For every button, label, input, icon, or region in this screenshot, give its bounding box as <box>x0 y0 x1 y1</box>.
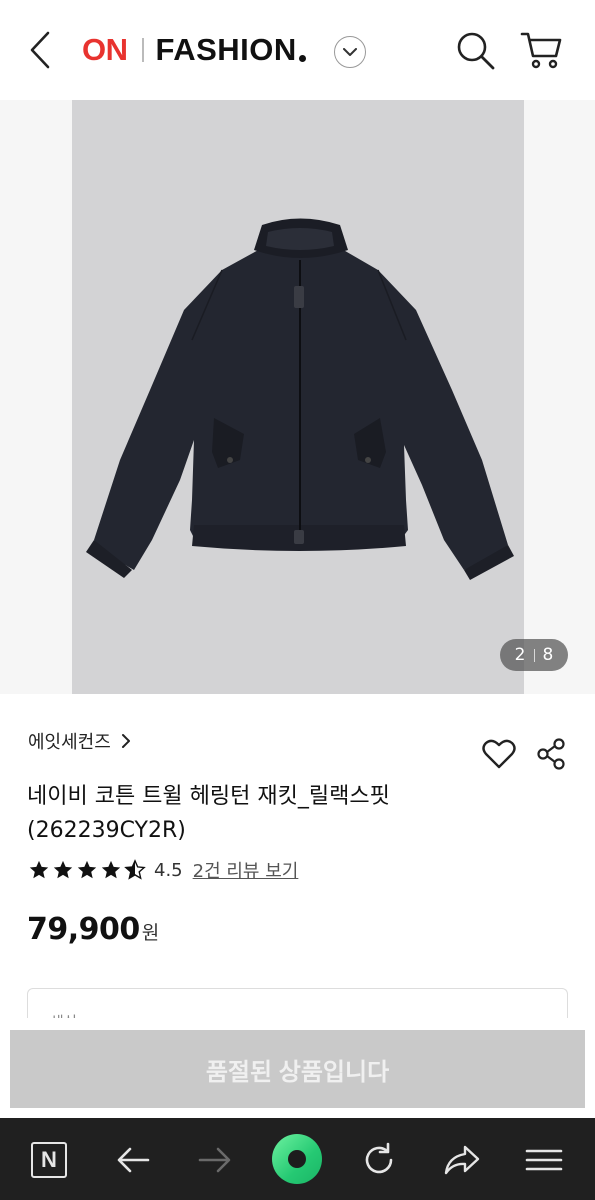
search-button[interactable] <box>456 31 496 71</box>
n-label: N <box>41 1147 57 1172</box>
star-icon <box>53 860 73 879</box>
gallery-pager: 2 8 <box>500 639 568 671</box>
jacket-image <box>86 218 514 580</box>
pager-current: 2 <box>514 645 526 665</box>
chevron-down-icon <box>343 47 357 56</box>
logo-fashion-text: FASHION <box>155 32 297 67</box>
refresh-icon <box>365 1142 393 1174</box>
share-button[interactable] <box>536 737 566 771</box>
pager-total: 8 <box>542 645 554 665</box>
forward-arrow-icon <box>198 1147 231 1173</box>
price-row: 79,900 원 <box>27 912 159 947</box>
logo-dot <box>298 54 306 62</box>
cart-icon <box>520 32 562 69</box>
browser-back-button[interactable] <box>111 1138 155 1182</box>
share-icon <box>537 738 565 770</box>
purchase-bar: 품절된 상품입니다 <box>0 1018 595 1118</box>
review-link[interactable]: 2건 리뷰 보기 <box>193 857 299 883</box>
star-icon <box>29 860 49 879</box>
heart-icon <box>482 739 516 769</box>
pager-divider <box>533 648 535 662</box>
like-button[interactable] <box>482 738 516 770</box>
logo-divider <box>141 38 144 62</box>
product-gallery[interactable] <box>0 100 595 694</box>
chevron-left-icon <box>30 31 50 69</box>
price: 79,900 <box>27 912 140 947</box>
green-dot-button[interactable] <box>272 1134 322 1184</box>
back-arrow-icon <box>117 1147 150 1173</box>
brand-name: 에잇세컨즈 <box>28 732 111 753</box>
n-home-icon: N <box>31 1142 67 1178</box>
logo[interactable]: ON FASHION <box>82 30 306 70</box>
product-title: 네이비 코튼 트윌 헤링턴 재킷_릴랙스핏 (262239CY2R) <box>27 784 390 843</box>
rating-value: 4.5 <box>154 859 183 881</box>
product-image[interactable] <box>72 100 524 694</box>
logo-on-text: ON <box>82 32 128 67</box>
star-icon <box>77 860 97 879</box>
rating-stars <box>28 859 146 881</box>
back-button[interactable] <box>22 30 58 70</box>
browser-forward-button[interactable] <box>193 1138 237 1182</box>
chevron-right-icon <box>121 734 130 748</box>
sold-out-button[interactable]: 품절된 상품입니다 <box>10 1030 585 1108</box>
green-dot-icon <box>288 1150 306 1168</box>
half-star-icon <box>124 859 146 880</box>
menu-button[interactable] <box>522 1138 566 1182</box>
currency: 원 <box>141 922 160 944</box>
star-icon <box>101 860 121 879</box>
refresh-button[interactable] <box>357 1138 401 1182</box>
service-dropdown-button[interactable] <box>334 36 366 68</box>
brand-link[interactable]: 에잇세컨즈 <box>28 728 131 754</box>
share-arrow-icon <box>444 1145 480 1175</box>
rating-row: 4.5 2건 리뷰 보기 <box>28 856 298 884</box>
cart-button[interactable] <box>520 30 564 72</box>
menu-icon <box>525 1149 563 1171</box>
n-home-button[interactable]: N <box>27 1138 71 1182</box>
browser-share-button[interactable] <box>440 1138 484 1182</box>
app-header: ON FASHION <box>0 0 595 100</box>
search-icon <box>457 32 495 70</box>
